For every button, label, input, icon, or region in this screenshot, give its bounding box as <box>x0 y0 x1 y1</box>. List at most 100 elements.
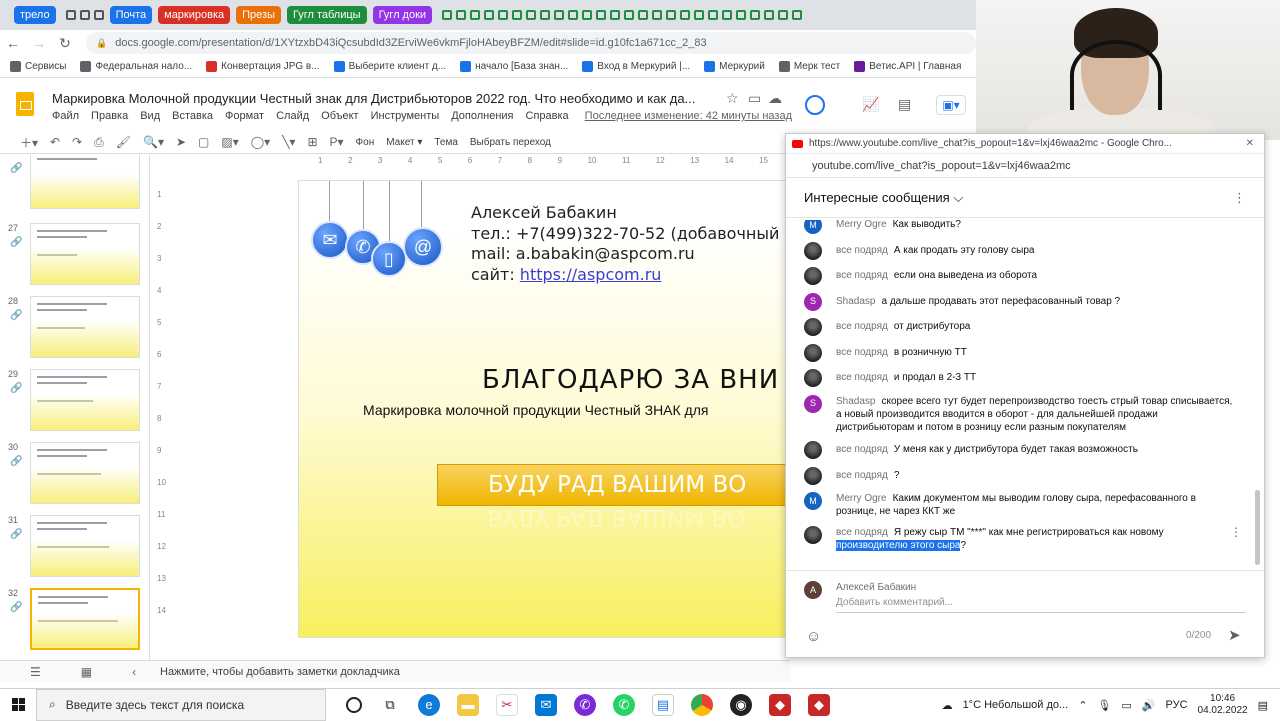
chat-author[interactable]: все подряд <box>836 527 888 538</box>
app-shortcut-icon[interactable] <box>764 10 775 20</box>
chat-author[interactable]: Shadasp <box>836 396 875 407</box>
menu-item[interactable]: Справка <box>526 110 569 122</box>
menu-item[interactable]: Формат <box>225 110 264 122</box>
app-shortcut-icon[interactable] <box>498 10 509 20</box>
app-shortcut-icon[interactable] <box>736 10 747 20</box>
app-shortcut-icon[interactable] <box>526 10 537 20</box>
line-icon[interactable]: ╲▾ <box>282 135 295 149</box>
microphone-icon[interactable]: 🎙 <box>1097 699 1111 712</box>
send-icon[interactable]: ➤ <box>1228 626 1241 644</box>
filmstrip-view-icon[interactable]: ☰ <box>30 665 41 679</box>
weather-text[interactable]: 1°C Небольшой до... <box>963 699 1069 711</box>
bookmark-tab[interactable]: Гугл доки <box>372 6 433 24</box>
more-options-icon[interactable]: ⋮ <box>1233 190 1246 206</box>
bookmark-tab[interactable]: Почта <box>109 6 153 24</box>
taskbar-search[interactable]: ⌕ Введите здесь текст для поиска <box>36 688 326 721</box>
app-shortcut-icon[interactable] <box>638 10 649 20</box>
app-shortcut-icon[interactable] <box>93 10 104 20</box>
chat-message[interactable]: S Shadasp скорее всего тут будет перепроиз… <box>804 394 1234 434</box>
background-button[interactable]: Фон <box>356 137 375 148</box>
shape-icon[interactable]: ◯▾ <box>251 135 270 149</box>
text-box-icon[interactable]: ▢ <box>198 135 209 149</box>
app-shortcut-icon[interactable] <box>484 10 495 20</box>
volume-icon[interactable]: 🔊 <box>1142 699 1156 712</box>
slides-logo-icon[interactable] <box>16 92 34 116</box>
slide-thumbnail[interactable]: 28 🔗 <box>0 296 149 360</box>
bookmark-tab[interactable]: маркировка <box>158 6 231 24</box>
app-shortcut-icon[interactable] <box>582 10 593 20</box>
app-shortcut-icon[interactable] <box>596 10 607 20</box>
meet-icon[interactable] <box>805 95 825 115</box>
menu-item[interactable]: Слайд <box>276 110 309 122</box>
chat-author[interactable]: все подряд <box>836 470 888 481</box>
app-shortcut-icon[interactable] <box>442 10 453 20</box>
file-explorer-icon[interactable]: ▬ <box>457 693 479 716</box>
cortana-icon[interactable] <box>346 696 362 713</box>
chat-author[interactable]: все подряд <box>836 270 888 281</box>
menu-item[interactable]: Вставка <box>172 110 213 122</box>
undo-icon[interactable]: ↶ <box>50 135 60 149</box>
app-shortcut-icon[interactable] <box>694 10 705 20</box>
app-shortcut-icon[interactable] <box>652 10 663 20</box>
app-shortcut-icon[interactable] <box>540 10 551 20</box>
chat-message[interactable]: все подряд в розничную ТТ <box>804 343 1234 362</box>
bookmark-tab[interactable]: Презы <box>236 6 281 24</box>
bookmark-item[interactable]: Вход в Меркурий |... <box>582 61 690 72</box>
menu-item[interactable]: Объект <box>321 110 358 122</box>
close-icon[interactable]: ✕ <box>1246 138 1254 149</box>
slide-thumbnail[interactable]: 32 🔗 <box>0 588 149 652</box>
bookmark-item[interactable]: Выберите клиент д... <box>333 61 446 72</box>
bookmark-tab[interactable]: Гугл таблицы <box>287 6 367 24</box>
chat-author[interactable]: Merry Ogre <box>836 220 887 230</box>
new-slide-icon[interactable]: ＋▾ <box>20 134 38 151</box>
clock[interactable]: 10:46 04.02.2022 <box>1198 693 1248 717</box>
chat-message[interactable]: все подряд А как продать эту голову сыра <box>804 241 1234 260</box>
menu-item[interactable]: Вид <box>140 110 160 122</box>
bookmark-tab[interactable]: трело <box>14 6 56 24</box>
chat-scrollbar[interactable] <box>1255 490 1260 565</box>
transition-button[interactable]: Выбрать переход <box>470 137 551 148</box>
chat-author[interactable]: все подряд <box>836 245 888 256</box>
chat-author[interactable]: все подряд <box>836 444 888 455</box>
zoom-icon[interactable]: 🔍▾ <box>143 135 164 149</box>
bookmark-item[interactable]: Конвертация JPG в... <box>206 61 320 72</box>
chevron-up-icon[interactable]: ⌃ <box>1078 699 1087 712</box>
slide-thumbnail[interactable]: 29 🔗 <box>0 369 149 433</box>
app-shortcut-icon[interactable] <box>750 10 761 20</box>
redo-icon[interactable]: ↷ <box>72 135 82 149</box>
paint-format-icon[interactable]: 🖌 <box>116 135 131 149</box>
speaker-notes-field[interactable]: Нажмите, чтобы добавить заметки докладчи… <box>160 666 400 678</box>
notepad-icon[interactable]: ▤ <box>652 693 674 716</box>
comment-input[interactable]: Добавить комментарий... <box>836 597 1246 613</box>
whatsapp-icon[interactable]: ✆ <box>613 693 635 716</box>
chat-author[interactable]: Shadasp <box>836 296 875 307</box>
bookmark-item[interactable]: Федеральная нало... <box>80 61 192 72</box>
bookmark-item[interactable]: Мерк тест <box>778 61 840 72</box>
move-folder-icon[interactable]: ▭ <box>748 90 761 107</box>
task-view-icon[interactable]: ⧉ <box>379 694 401 716</box>
slide-thumbnail[interactable]: 30 🔗 <box>0 442 149 506</box>
chat-message[interactable]: все подряд Я режу сыр ТМ "***" как мне ре… <box>804 525 1242 552</box>
chat-author[interactable]: все подряд <box>836 321 888 332</box>
chat-message[interactable]: все подряд от дистрибутора <box>804 318 1234 336</box>
app-shortcut-icon[interactable] <box>778 10 789 20</box>
emoji-icon[interactable]: ☺ <box>806 628 821 645</box>
app-shortcut-icon[interactable] <box>554 10 565 20</box>
bookmark-item[interactable]: Сервисы <box>10 61 66 72</box>
chat-message[interactable]: M Merry Ogre Как выводить? <box>804 220 1234 234</box>
anydesk-icon[interactable]: ◆ <box>769 693 791 716</box>
anydesk-second-icon[interactable]: ◆ <box>808 693 830 716</box>
message-menu-icon[interactable]: ⋮ <box>1230 525 1242 539</box>
select-cursor-icon[interactable]: ➤ <box>176 135 186 149</box>
comments-icon[interactable]: ▤ <box>898 96 911 113</box>
menu-item[interactable]: Инструменты <box>371 110 440 122</box>
grid-view-icon[interactable]: ▦ <box>81 665 92 679</box>
app-shortcut-icon[interactable] <box>610 10 621 20</box>
slide-canvas[interactable]: ✉ ✆ ▯ @ Алексей Бабакин тел.: +7(499)322… <box>298 180 788 638</box>
url-field[interactable]: 🔒 docs.google.com/presentation/d/1XYtzxb… <box>86 32 976 54</box>
app-shortcut-icon[interactable] <box>470 10 481 20</box>
network-icon[interactable]: ▭ <box>1121 699 1131 712</box>
obs-icon[interactable]: ◉ <box>730 693 752 716</box>
chat-author[interactable]: все подряд <box>836 347 888 358</box>
chat-author[interactable]: Merry Ogre <box>836 493 887 504</box>
